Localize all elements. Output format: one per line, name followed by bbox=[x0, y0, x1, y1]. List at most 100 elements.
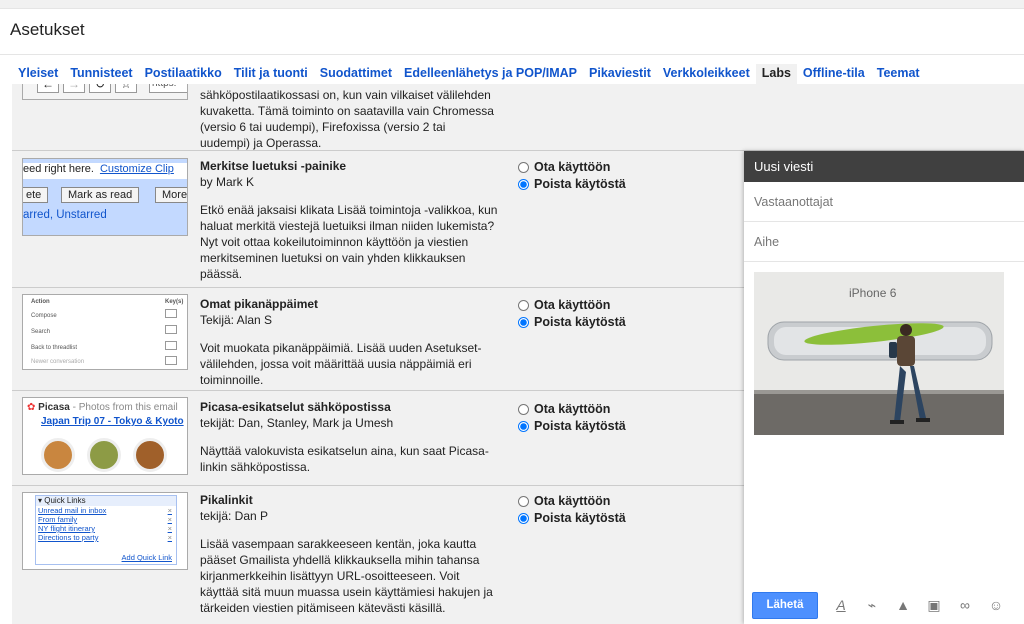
lab-thumbnail-picasa: ✿ Picasa - Photos from this email Japan … bbox=[22, 397, 188, 475]
close-icon: × bbox=[167, 524, 172, 533]
inline-photo[interactable]: iPhone 6 bbox=[754, 272, 1004, 435]
tab-postilaatikko[interactable]: Postilaatikko bbox=[139, 64, 228, 84]
thumb-link: Japan Trip 07 - Tokyo & Kyoto bbox=[41, 416, 184, 427]
thumb-header: ▾ Quick Links bbox=[36, 496, 176, 506]
compose-toolbar: Lähetä A ⌁ ▲ ▣ ∞ ☺ bbox=[744, 586, 1024, 624]
lab-toggle: Ota käyttöön Poista käytöstä bbox=[518, 493, 738, 527]
desc-line: (versio 6 tai uudempi), Firefoxissa (ver… bbox=[200, 120, 446, 134]
send-button[interactable]: Lähetä bbox=[752, 591, 818, 619]
recipients-field[interactable]: Vastaanottajat bbox=[744, 182, 1024, 222]
tab-suodattimet[interactable]: Suodattimet bbox=[314, 64, 398, 84]
link-icon[interactable]: ∞ bbox=[954, 594, 976, 616]
thumb-link: From family × bbox=[36, 515, 176, 524]
tab-teemat[interactable]: Teemat bbox=[871, 64, 926, 84]
close-icon: × bbox=[167, 533, 172, 542]
tab-verkkoleikkeet[interactable]: Verkkoleikkeet bbox=[657, 64, 756, 84]
lab-toggle: Ota käyttöön Poista käytöstä bbox=[518, 401, 738, 435]
thumb-text: arred, Unstarred bbox=[23, 209, 107, 221]
lab-info: Merkitse luetuksi -painike by Mark K Etk… bbox=[200, 158, 500, 282]
desc-line: sähköpostilaatikossasi on, kun vain vilk… bbox=[200, 88, 491, 102]
disable-radio[interactable]: Poista käytöstä bbox=[518, 418, 738, 435]
lab-name: Omat pikanäppäimet bbox=[200, 297, 319, 311]
enable-label: Ota käyttöön bbox=[534, 494, 611, 508]
enable-radio-input[interactable] bbox=[518, 496, 529, 507]
thumb-key-box bbox=[165, 356, 177, 365]
tab-edelleenlahetys[interactable]: Edelleenlähetys ja POP/IMAP bbox=[398, 64, 583, 84]
tab-tunnisteet[interactable]: Tunnisteet bbox=[64, 64, 138, 84]
lab-author: tekijä: Dan P bbox=[200, 509, 269, 523]
thumb-link: Customize Clip bbox=[99, 163, 174, 175]
lab-description: Voit muokata pikanäppäimiä. Lisää uuden … bbox=[200, 341, 482, 387]
subject-field[interactable]: Aihe bbox=[744, 222, 1024, 262]
tab-yleiset[interactable]: Yleiset bbox=[12, 64, 64, 84]
enable-label: Ota käyttöön bbox=[534, 298, 611, 312]
enable-radio[interactable]: Ota käyttöön bbox=[518, 493, 738, 510]
enable-radio[interactable]: Ota käyttöön bbox=[518, 401, 738, 418]
thumb-link-text: From family bbox=[38, 515, 78, 524]
disable-radio-input[interactable] bbox=[518, 179, 529, 190]
thumb-text: eed right here. bbox=[23, 163, 94, 175]
thumb-link: Directions to party × bbox=[36, 533, 176, 542]
compose-window: Uusi viesti Vastaanottajat Aihe iPhone 6… bbox=[744, 151, 1024, 624]
lab-toggle: Ota käyttöön Poista käytöstä bbox=[518, 159, 738, 193]
enable-radio-input[interactable] bbox=[518, 300, 529, 311]
disable-radio[interactable]: Poista käytöstä bbox=[518, 314, 738, 331]
compose-title[interactable]: Uusi viesti bbox=[744, 151, 1024, 182]
close-icon: × bbox=[167, 515, 172, 524]
lab-author: Tekijä: Alan S bbox=[200, 313, 273, 327]
desc-line: uudempi) ja Operassa. bbox=[200, 136, 322, 150]
lab-thumbnail-mark-as-read: eed right here. Customize Clip ete Mark a… bbox=[22, 158, 188, 236]
desc-line: kuvaketta. Tämä toiminto on saatavilla v… bbox=[200, 104, 494, 118]
thumb-link: NY flight itinerary × bbox=[36, 524, 176, 533]
thumb-text: Picasa bbox=[38, 402, 70, 413]
lab-name: Merkitse luetuksi -painike bbox=[200, 159, 347, 173]
thumb-link-text: Directions to party bbox=[38, 533, 99, 542]
thumb-mark-as-read-button: Mark as read bbox=[61, 187, 140, 203]
format-text-icon[interactable]: A bbox=[830, 594, 852, 616]
thumb-text: Key(s) bbox=[165, 299, 184, 305]
thumb-key-box bbox=[165, 325, 177, 334]
reload-icon: ↻ bbox=[89, 84, 111, 93]
thumb-link-text: Unread mail in inbox bbox=[38, 506, 107, 515]
disable-radio[interactable]: Poista käytöstä bbox=[518, 176, 738, 193]
disable-radio-input[interactable] bbox=[518, 513, 529, 524]
thumb-link: Unread mail in inbox × bbox=[36, 506, 176, 515]
lab-author: tekijät: Dan, Stanley, Mark ja Umesh bbox=[200, 416, 394, 430]
enable-label: Ota käyttöön bbox=[534, 160, 611, 174]
disable-radio-input[interactable] bbox=[518, 421, 529, 432]
food-photo bbox=[133, 438, 167, 472]
lab-thumbnail-shortcuts: Action Key(s) Compose Search Back to thr… bbox=[22, 294, 188, 370]
food-photo bbox=[87, 438, 121, 472]
attach-icon[interactable]: ⌁ bbox=[861, 594, 883, 616]
tab-pikaviestit[interactable]: Pikaviestit bbox=[583, 64, 657, 84]
enable-radio[interactable]: Ota käyttöön bbox=[518, 159, 738, 176]
lab-description: Etkö enää jaksaisi klikata Lisää toimint… bbox=[200, 203, 498, 281]
drive-icon[interactable]: ▲ bbox=[892, 594, 914, 616]
thumb-text: Back to threadlist bbox=[31, 345, 78, 351]
lab-author: by Mark K bbox=[200, 175, 255, 189]
enable-radio[interactable]: Ota käyttöön bbox=[518, 297, 738, 314]
photo-text: iPhone 6 bbox=[849, 286, 897, 300]
lab-name: Pikalinkit bbox=[200, 493, 253, 507]
tab-offline-tila[interactable]: Offline-tila bbox=[797, 64, 871, 84]
star-icon: ☆ bbox=[115, 84, 137, 93]
back-arrow-icon: ← bbox=[37, 84, 59, 93]
thumb-text: Search bbox=[31, 329, 51, 335]
emoji-icon[interactable]: ☺ bbox=[985, 594, 1007, 616]
lab-description: Näyttää valokuvista esikatselun aina, ku… bbox=[200, 444, 489, 474]
disable-radio[interactable]: Poista käytöstä bbox=[518, 510, 738, 527]
lab-thumbnail-quick-links: ▾ Quick Links Unread mail in inbox × From… bbox=[22, 492, 188, 570]
photo-icon[interactable]: ▣ bbox=[923, 594, 945, 616]
tab-labs[interactable]: Labs bbox=[755, 64, 797, 84]
thumb-link-text: NY flight itinerary bbox=[38, 524, 95, 533]
enable-radio-input[interactable] bbox=[518, 404, 529, 415]
lab-toggle: Ota käyttöön Poista käytöstä bbox=[518, 297, 738, 331]
page-title: Asetukset bbox=[10, 20, 85, 39]
enable-label: Ota käyttöön bbox=[534, 402, 611, 416]
enable-radio-input[interactable] bbox=[518, 162, 529, 173]
tab-tilit-ja-tuonti[interactable]: Tilit ja tuonti bbox=[228, 64, 314, 84]
forward-arrow-icon: → bbox=[63, 84, 85, 93]
settings-tabs: Yleiset Tunnisteet Postilaatikko Tilit j… bbox=[12, 64, 926, 84]
disable-label: Poista käytöstä bbox=[534, 511, 626, 525]
disable-radio-input[interactable] bbox=[518, 317, 529, 328]
